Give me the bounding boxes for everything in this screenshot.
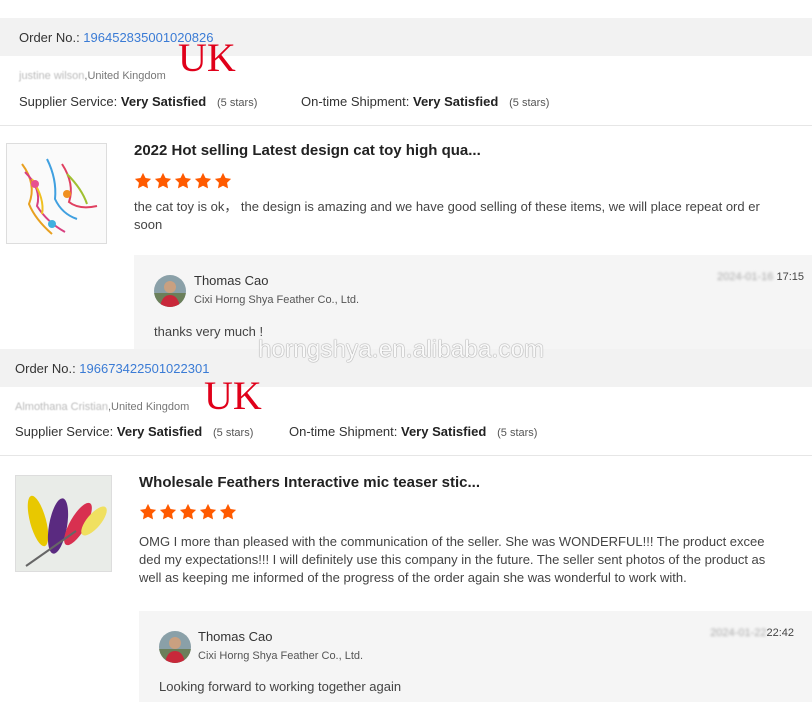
- star-icon: [134, 172, 152, 189]
- reply-company: Cixi Horng Shya Feather Co., Ltd.: [194, 294, 360, 306]
- reply-timestamp: 2024-01-16 17:15: [717, 271, 804, 283]
- reply-author-name: Thomas Cao: [198, 629, 273, 644]
- star-icon: [194, 172, 212, 189]
- supplier-service-stars: (5 stars): [217, 97, 258, 109]
- divider: [0, 125, 812, 126]
- order-number-link[interactable]: 196673422501022301: [79, 361, 209, 376]
- supplier-service-value: Very Satisfied: [116, 424, 203, 439]
- avatar: [154, 275, 186, 307]
- buyer-info: Almothana Cristian,United Kingdom: [15, 401, 189, 413]
- order-number-label: Order No.: 196673422501022301: [15, 361, 210, 376]
- reply-text: Looking forward to working together agai…: [159, 679, 402, 694]
- reply-time: 17:15: [776, 271, 804, 283]
- supplier-service-rating: Supplier Service: Very Satisfied (5 star…: [19, 94, 258, 109]
- ontime-shipment-rating: On-time Shipment: Very Satisfied (5 star…: [301, 94, 550, 109]
- reply-author-name: Thomas Cao: [194, 273, 269, 288]
- ontime-shipment-stars: (5 stars): [509, 97, 550, 109]
- uk-annotation: UK: [204, 373, 262, 418]
- review-text: OMG I more than pleased with the communi…: [139, 534, 766, 585]
- buyer-info: justine wilson,United Kingdom: [19, 70, 166, 82]
- seller-reply: Thomas Cao Cixi Horng Shya Feather Co., …: [139, 611, 812, 702]
- star-icon: [199, 503, 217, 520]
- avatar: [159, 631, 191, 663]
- star-icon: [159, 503, 177, 520]
- supplier-service-rating: Supplier Service: Very Satisfied (5 star…: [15, 424, 254, 439]
- product-rating-stars: [134, 172, 232, 190]
- divider: [0, 455, 812, 456]
- supplier-service-value: Very Satisfied: [120, 94, 207, 109]
- star-icon: [219, 503, 237, 520]
- product-title[interactable]: Wholesale Feathers Interactive mic tease…: [139, 474, 480, 491]
- star-icon: [214, 172, 232, 189]
- reply-company: Cixi Horng Shya Feather Co., Ltd.: [198, 650, 364, 662]
- product-rating-stars: [139, 503, 237, 521]
- ontime-shipment-stars: (5 stars): [497, 427, 538, 439]
- supplier-service-stars: (5 stars): [213, 427, 254, 439]
- review-text: the cat toy is ok， the design is amazing…: [134, 199, 760, 232]
- reply-text: thanks very much !: [154, 324, 264, 339]
- buyer-name: justine wilson: [19, 70, 85, 82]
- star-icon: [179, 503, 197, 520]
- order-header: Order No.: 196452835001020826: [0, 18, 812, 56]
- star-icon: [174, 172, 192, 189]
- buyer-country: ,United Kingdom: [84, 70, 166, 82]
- product-thumbnail[interactable]: [6, 143, 107, 244]
- reply-time: 22:42: [766, 627, 794, 639]
- ontime-shipment-rating: On-time Shipment: Very Satisfied (5 star…: [289, 424, 538, 439]
- buyer-name: Almothana Cristian: [15, 401, 108, 413]
- watermark: horngshya.en.alibaba.com: [258, 336, 545, 363]
- uk-annotation: UK: [178, 35, 236, 80]
- buyer-country: ,United Kingdom: [107, 401, 190, 413]
- reply-timestamp: 2024-01-2222:42: [710, 627, 794, 639]
- ontime-shipment-value: Very Satisfied: [413, 94, 499, 109]
- reply-date: 2024-01-16: [717, 271, 774, 283]
- star-icon: [154, 172, 172, 189]
- reply-date: 2024-01-22: [710, 627, 767, 639]
- ontime-shipment-value: Very Satisfied: [401, 424, 487, 439]
- product-thumbnail[interactable]: [15, 475, 112, 572]
- star-icon: [139, 503, 157, 520]
- product-title[interactable]: 2022 Hot selling Latest design cat toy h…: [134, 142, 481, 159]
